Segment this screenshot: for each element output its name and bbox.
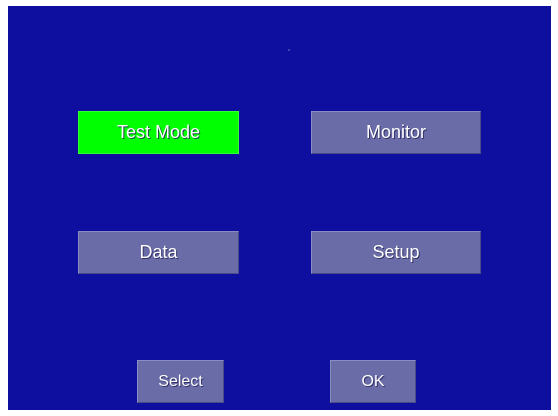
test-mode-button[interactable]: Test Mode (78, 111, 239, 154)
screen-artifact (288, 49, 290, 51)
main-menu-screen: Test Mode Monitor Data Setup Select OK (8, 6, 551, 410)
setup-button[interactable]: Setup (311, 231, 481, 274)
monitor-button[interactable]: Monitor (311, 111, 481, 154)
ok-button[interactable]: OK (330, 360, 416, 403)
select-button[interactable]: Select (137, 360, 224, 403)
data-button[interactable]: Data (78, 231, 239, 274)
